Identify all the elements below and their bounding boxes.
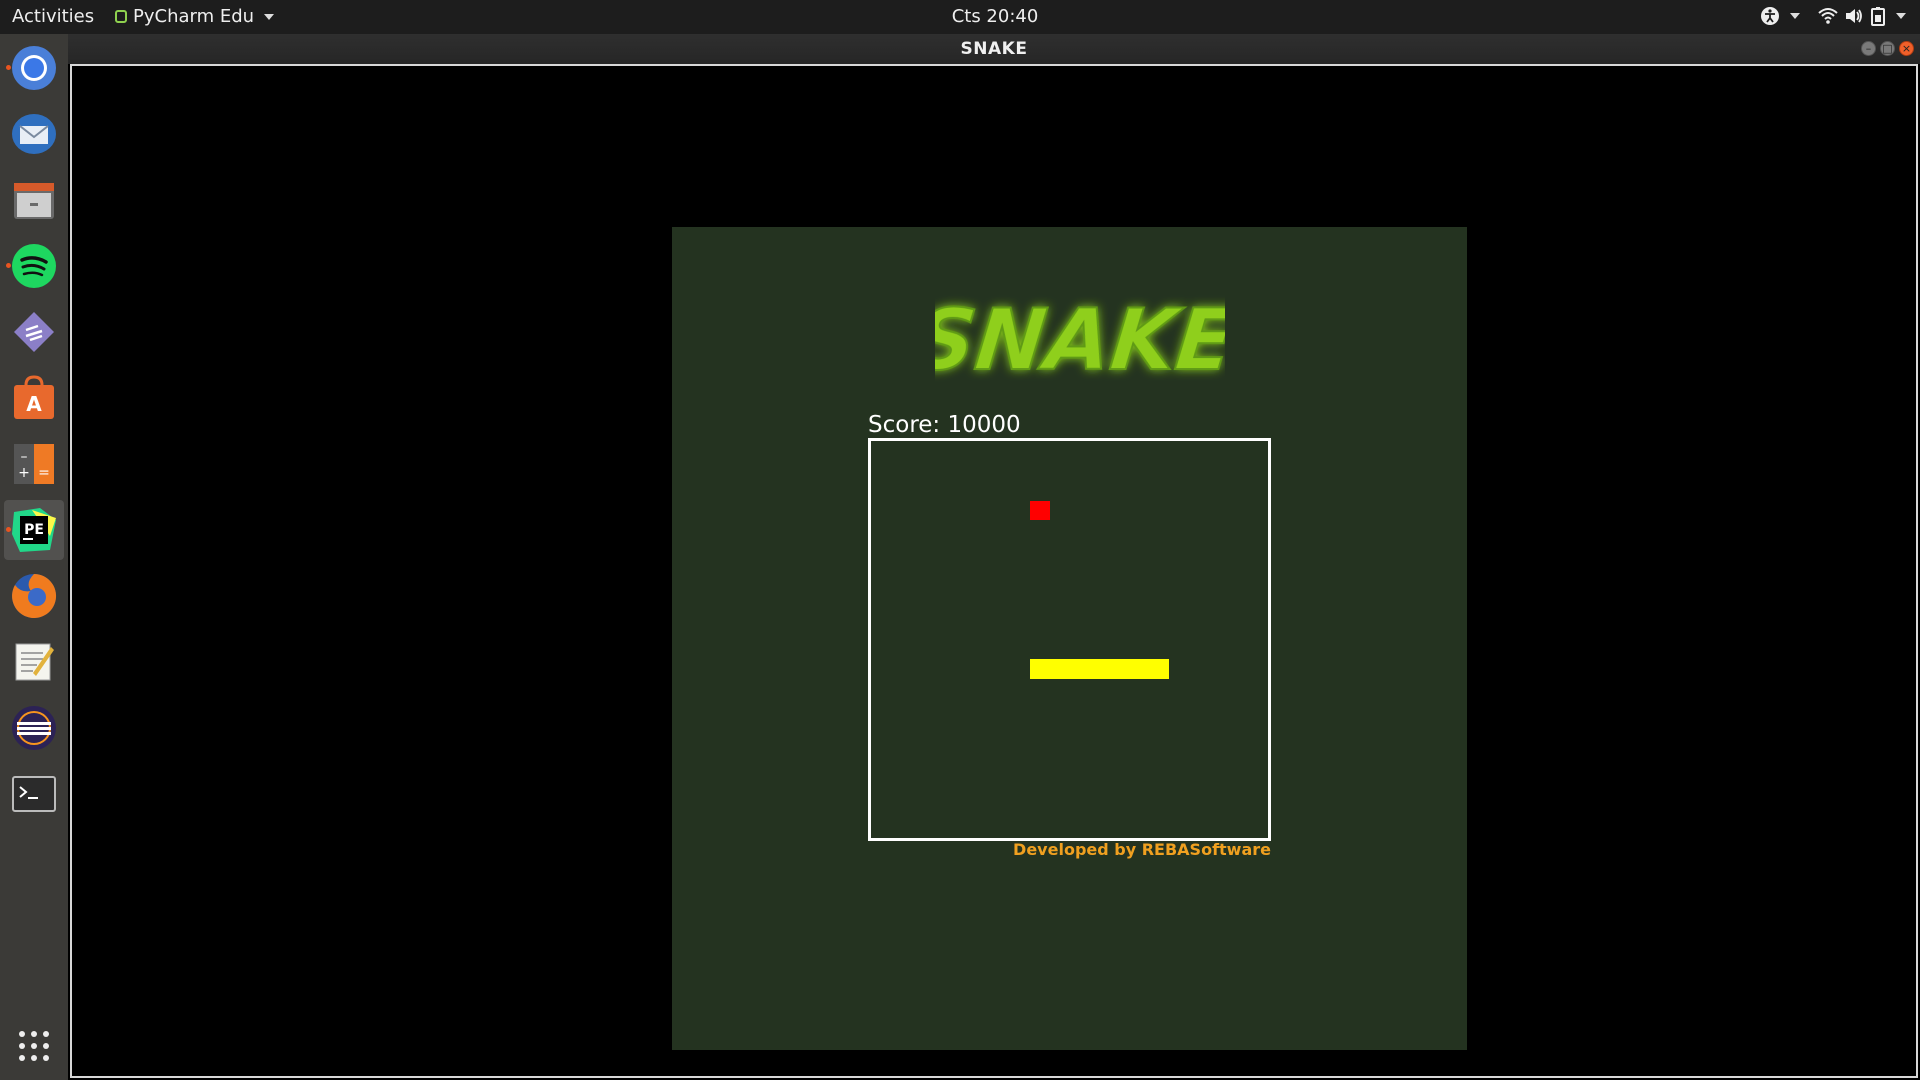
snake-segment	[1089, 659, 1110, 680]
pycharm-icon: PE	[12, 508, 56, 552]
dock-item-calculator[interactable]: – + =	[4, 434, 64, 494]
accessibility-icon	[1761, 7, 1779, 25]
snake-segment	[1148, 659, 1170, 680]
dock-item-firefox[interactable]	[4, 566, 64, 626]
running-indicator	[6, 263, 11, 268]
dock-item-files[interactable]	[4, 170, 64, 230]
running-indicator	[6, 527, 11, 532]
game-window-content: SNAKE Score: 10000 Developed by REBASoft…	[70, 64, 1918, 1078]
top-panel: Activities PyCharm Edu Cts 20:40	[0, 0, 1920, 34]
window-title: SNAKE	[960, 39, 1028, 59]
spotify-icon	[12, 244, 56, 288]
system-tray[interactable]	[1760, 6, 1906, 26]
window-titlebar[interactable]: SNAKE – □ ×	[68, 34, 1920, 64]
volume-icon	[1846, 9, 1862, 23]
snake-segment	[1129, 659, 1150, 680]
dock-item-pycharm[interactable]: PE	[4, 500, 64, 560]
score-label: Score: 10000	[868, 412, 1021, 438]
dock-item-spotify[interactable]	[4, 236, 64, 296]
wifi-icon	[1818, 8, 1838, 24]
status-menu[interactable]	[1818, 6, 1906, 26]
terminal-icon	[12, 776, 56, 812]
thunderbird-icon	[12, 114, 56, 154]
software-center-icon: A	[14, 375, 54, 419]
files-icon	[14, 183, 54, 219]
dock-item-thunderbird[interactable]	[4, 104, 64, 164]
text-editor-icon	[15, 643, 54, 681]
close-icon: ×	[1901, 42, 1912, 55]
logo-text: SNAKE	[935, 291, 1225, 387]
window-controls: – □ ×	[1861, 41, 1914, 56]
show-applications-button[interactable]	[4, 1016, 64, 1076]
snake-segment	[1069, 659, 1090, 680]
svg-text:=: =	[38, 465, 50, 481]
app-grid-icon	[19, 1031, 49, 1061]
firefox-icon	[12, 573, 57, 618]
chevron-down-icon	[1790, 13, 1800, 19]
maximize-button[interactable]: □	[1880, 41, 1895, 56]
dock-item-terminal[interactable]	[4, 764, 64, 824]
sublime-icon	[14, 312, 54, 352]
eclipse-icon	[12, 706, 56, 750]
close-button[interactable]: ×	[1899, 41, 1914, 56]
dock-item-chrome[interactable]	[4, 38, 64, 98]
dock-item-sublime[interactable]	[4, 302, 64, 362]
minimize-icon: –	[1865, 42, 1872, 55]
svg-text:A: A	[26, 392, 42, 416]
calculator-icon: –+ =	[14, 444, 54, 484]
snake-segment	[1049, 659, 1070, 680]
food-pellet	[1029, 500, 1050, 521]
game-board	[868, 438, 1271, 841]
snake-segment	[1109, 659, 1130, 680]
dock: A – + = PE	[0, 34, 68, 1080]
svg-text:PE: PE	[24, 522, 44, 538]
snake-logo: SNAKE	[935, 290, 1225, 387]
running-indicator	[6, 65, 11, 70]
dock-item-eclipse[interactable]	[4, 698, 64, 758]
svg-text:–: –	[21, 449, 28, 465]
svg-text:+: +	[18, 465, 30, 481]
developer-credit: Developed by REBASoftware	[1013, 840, 1271, 859]
battery-icon	[1871, 7, 1885, 26]
dock-item-software[interactable]: A	[4, 368, 64, 428]
minimize-button[interactable]: –	[1861, 41, 1876, 56]
maximize-icon: □	[1882, 42, 1893, 55]
clock[interactable]: Cts 20:40	[0, 6, 1920, 27]
chrome-icon	[12, 46, 56, 90]
chevron-down-icon	[1896, 13, 1906, 19]
snake-segment	[1029, 659, 1051, 680]
dock-item-text-editor[interactable]	[4, 632, 64, 692]
accessibility-menu[interactable]	[1760, 6, 1800, 26]
